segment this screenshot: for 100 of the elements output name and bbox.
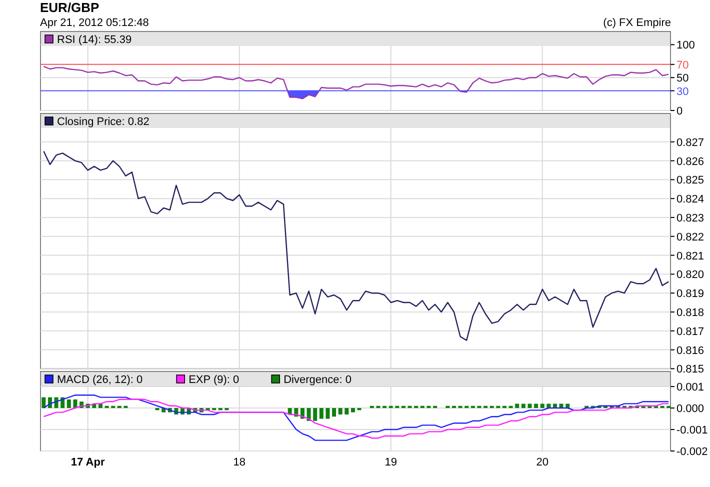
histogram-bar xyxy=(344,408,349,414)
axis-label: 0.821 xyxy=(676,250,704,262)
axis-label: 0.816 xyxy=(676,344,704,357)
histogram-bar xyxy=(168,408,172,412)
histogram-bar xyxy=(597,406,602,408)
legend-label: Divergence: 0 xyxy=(284,374,352,386)
histogram-bar xyxy=(484,406,488,408)
copyright-text: (c) FX Empire xyxy=(603,16,671,30)
axis-label: 0.820 xyxy=(676,269,704,282)
axis-label: 70 xyxy=(676,59,689,72)
legend-label: EXP (9): 0 xyxy=(188,374,240,386)
histogram-bar xyxy=(319,408,324,419)
histogram-bar xyxy=(54,397,58,408)
histogram-bar xyxy=(502,406,506,408)
histogram-bar xyxy=(193,408,198,412)
histogram-bar xyxy=(306,408,311,421)
axis-label: 0.823 xyxy=(676,212,704,224)
histogram-bar xyxy=(433,406,438,408)
axis-label: 100 xyxy=(676,40,695,52)
histogram-bar xyxy=(420,406,424,408)
histogram-bar xyxy=(584,406,589,408)
histogram-bar xyxy=(326,408,330,419)
histogram-bar xyxy=(540,404,544,408)
histogram-bar xyxy=(186,408,191,414)
histogram-bar xyxy=(73,399,78,408)
axis-label: 0.826 xyxy=(676,156,704,168)
axis-label: 19 xyxy=(384,456,397,468)
axis-label: 0.822 xyxy=(676,231,704,244)
axis-label: 0.001 xyxy=(676,382,704,394)
histogram-bar xyxy=(426,406,431,408)
histogram-bar xyxy=(206,408,210,410)
histogram-bar xyxy=(300,408,304,419)
axis-label: 0 xyxy=(676,106,683,118)
axis-label: 0.825 xyxy=(676,174,704,187)
histogram-bar xyxy=(628,406,633,408)
histogram-bar xyxy=(546,404,551,408)
histogram-bar xyxy=(382,406,387,408)
histogram-bar xyxy=(464,406,469,408)
axis-label: 0.815 xyxy=(676,364,704,376)
histogram-bar xyxy=(452,406,456,408)
axis-label: 0.824 xyxy=(676,194,704,206)
histogram-bar xyxy=(199,408,204,412)
histogram-bar xyxy=(313,408,318,421)
histogram-bar xyxy=(48,397,52,408)
histogram-bar xyxy=(338,408,342,414)
histogram-bar xyxy=(60,397,65,408)
axis-label: 0.819 xyxy=(676,288,704,300)
histogram-bar xyxy=(622,406,626,408)
histogram-bar xyxy=(224,408,229,410)
pair-title: EUR/GBP xyxy=(40,0,100,16)
axis-label: -0.001 xyxy=(676,424,708,437)
histogram-bar xyxy=(288,408,292,414)
histogram-bar xyxy=(92,404,96,408)
histogram-bar xyxy=(534,404,538,408)
histogram-bar xyxy=(515,404,520,408)
histogram-bar xyxy=(496,406,500,408)
timestamp: Apr 21, 2012 05:12:48 xyxy=(40,16,149,30)
histogram-bar xyxy=(174,408,178,414)
axis-label: 0.000 xyxy=(676,403,704,416)
histogram-bar xyxy=(401,406,406,408)
histogram-bar xyxy=(566,404,570,408)
histogram-bar xyxy=(395,406,400,408)
histogram-bar xyxy=(212,408,216,410)
legend-label: RSI (14): 55.39 xyxy=(57,34,132,46)
histogram-bar xyxy=(155,408,160,410)
histogram-bar xyxy=(616,406,620,408)
histogram-bar xyxy=(666,406,670,408)
axis-label: 18 xyxy=(233,456,246,468)
histogram-bar xyxy=(470,406,475,408)
histogram-bar xyxy=(370,406,374,408)
axis-label: -0.002 xyxy=(676,446,708,458)
histogram-bar xyxy=(648,406,652,408)
histogram-bar xyxy=(376,406,380,408)
histogram-bar xyxy=(590,406,595,408)
histogram-bar xyxy=(635,406,640,408)
axis-label: 17 Apr xyxy=(70,456,105,468)
axis-label: 30 xyxy=(676,86,689,98)
histogram-bar xyxy=(104,406,109,408)
histogram-bar xyxy=(117,406,122,408)
axis-label: 20 xyxy=(536,456,548,468)
axis-label: 50 xyxy=(676,72,689,85)
histogram-bar xyxy=(98,404,102,408)
histogram-bar xyxy=(446,406,450,408)
histogram-bar xyxy=(350,408,355,412)
histogram-bar xyxy=(654,406,658,408)
histogram-bar xyxy=(477,406,482,408)
histogram-bar xyxy=(80,402,84,408)
histogram-bar xyxy=(414,406,418,408)
legend-label: Closing Price: 0.82 xyxy=(57,116,150,128)
histogram-bar xyxy=(124,406,128,408)
histogram-bar xyxy=(508,406,513,408)
histogram-bar xyxy=(660,406,664,408)
histogram-bar xyxy=(528,404,532,408)
histogram-bar xyxy=(357,408,362,410)
histogram-bar xyxy=(641,406,646,408)
histogram-bar xyxy=(332,408,336,417)
legend-label: MACD (26, 12): 0 xyxy=(57,374,143,386)
histogram-bar xyxy=(180,408,185,414)
histogram-bar xyxy=(408,406,412,408)
histogram-bar xyxy=(521,404,526,408)
